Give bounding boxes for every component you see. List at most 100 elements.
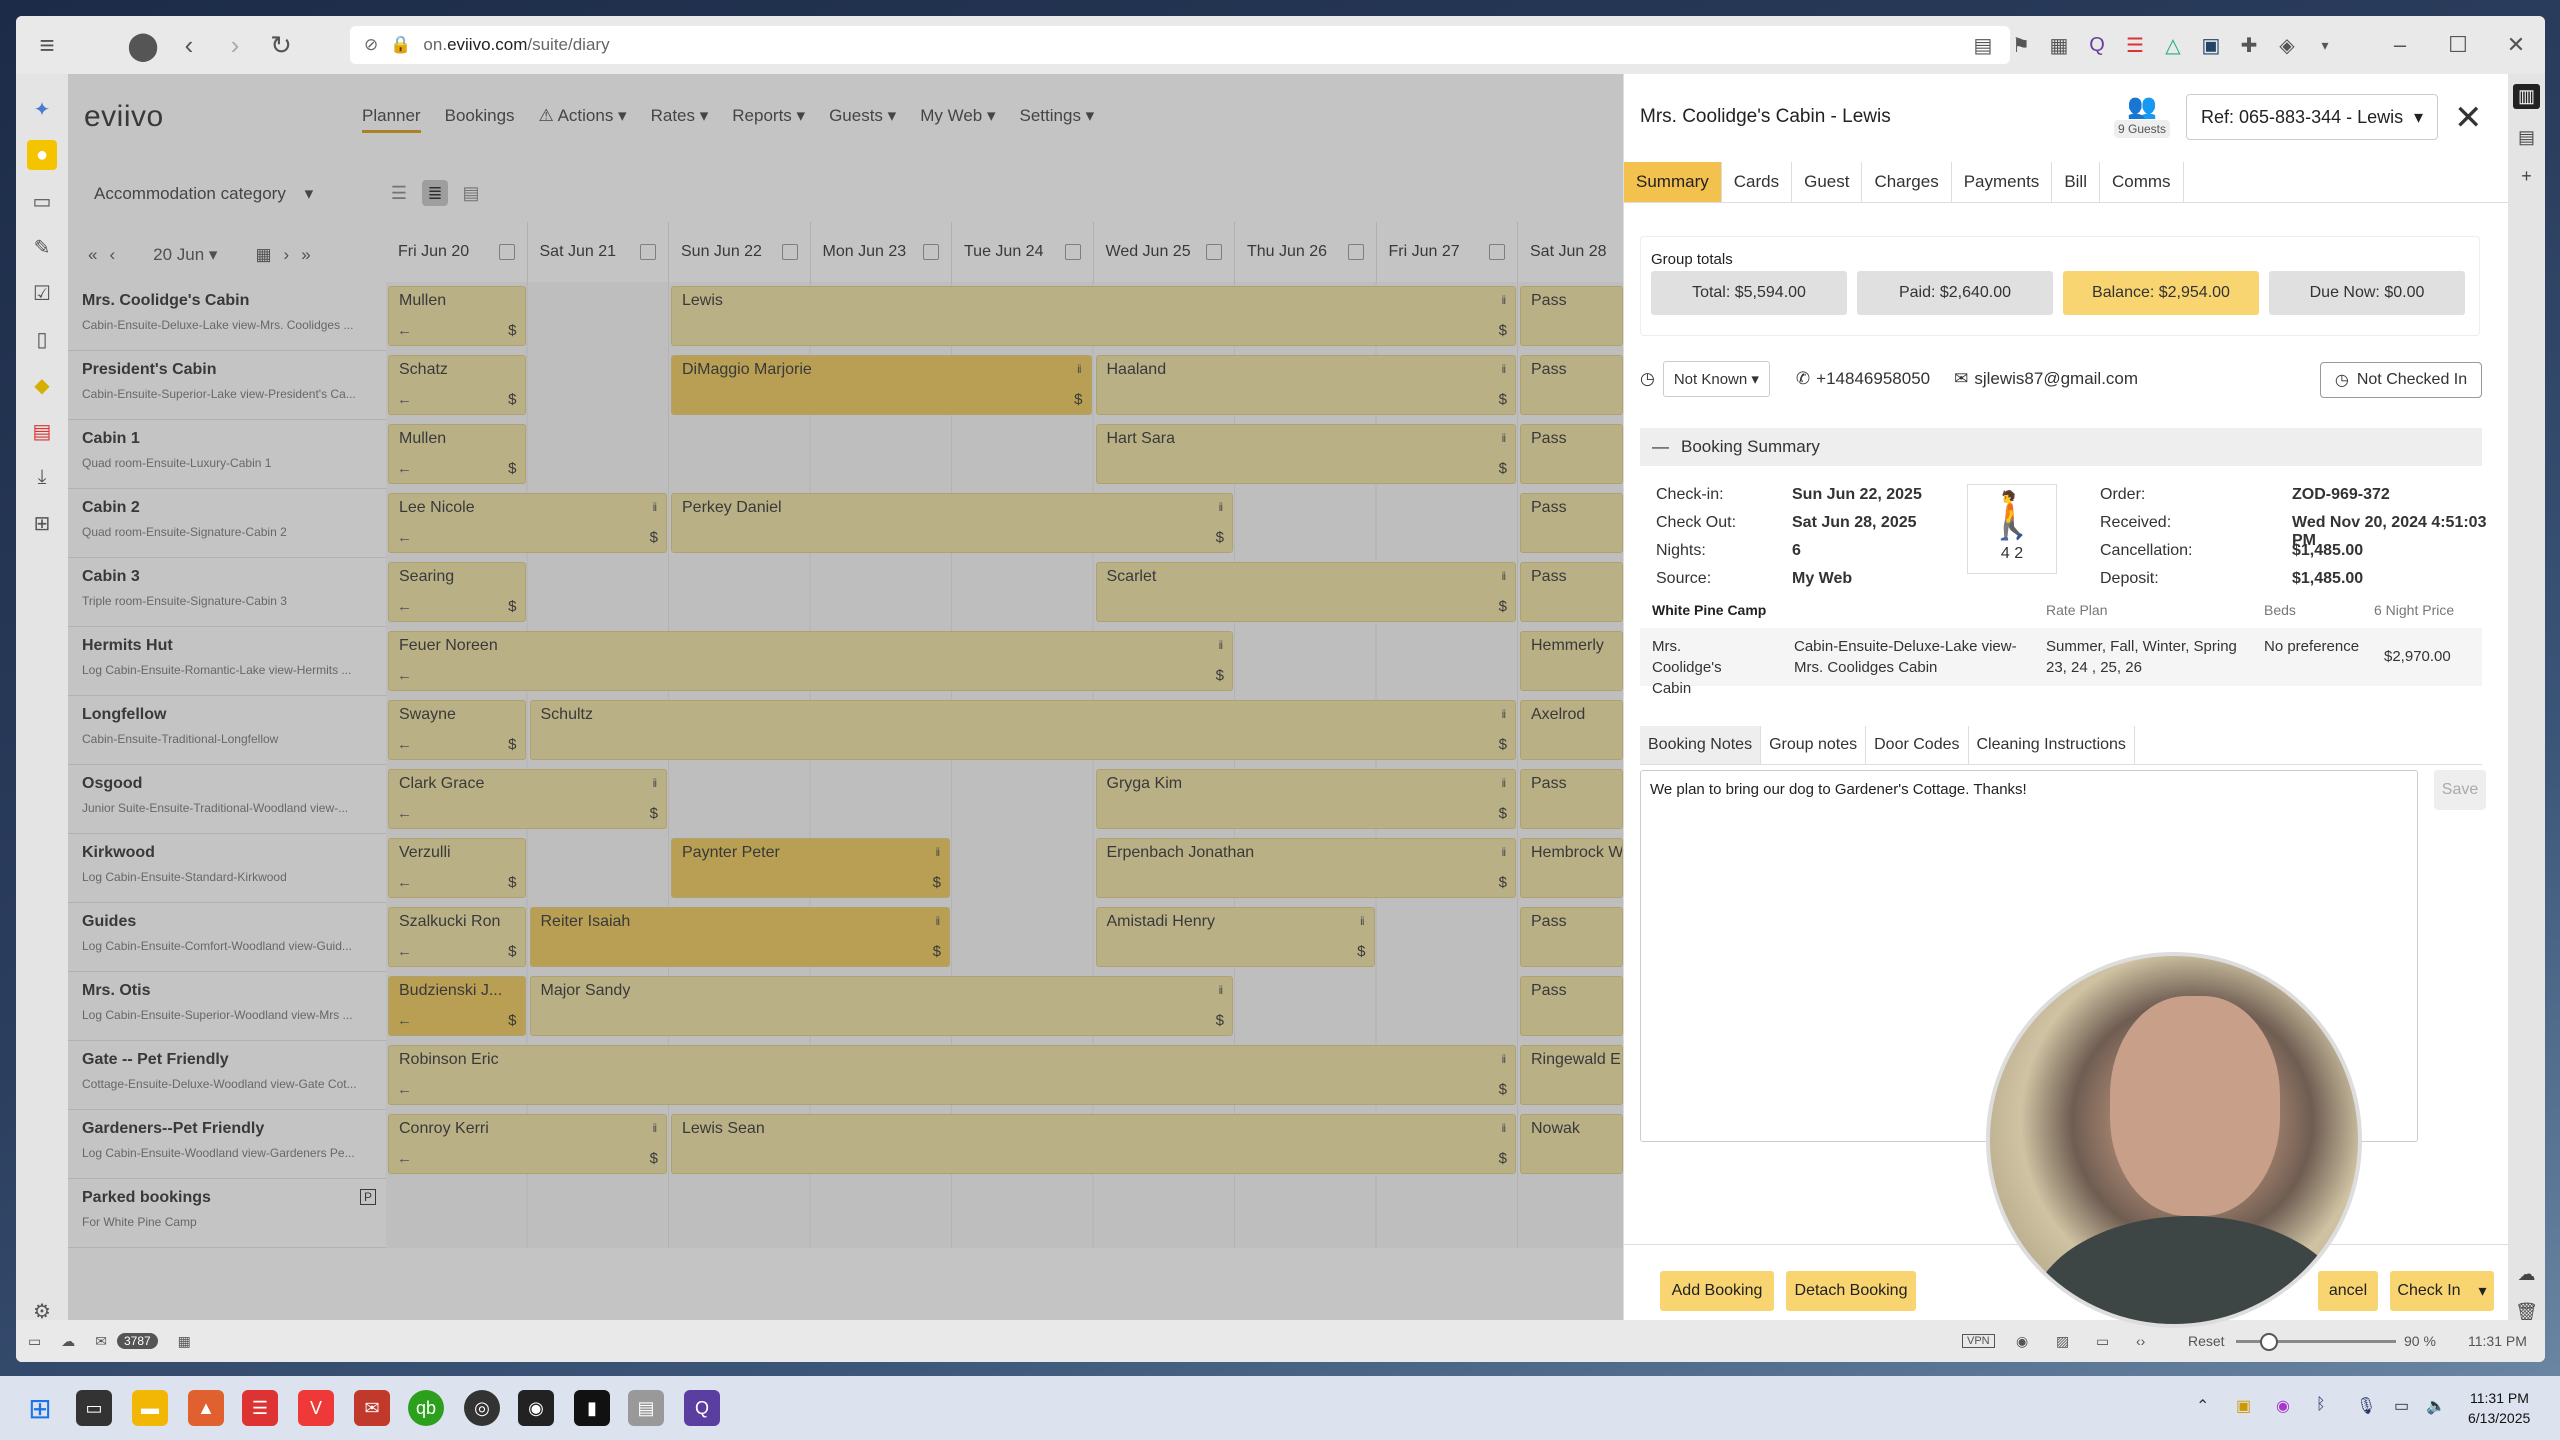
extension-red-icon[interactable]: ▤	[27, 416, 57, 446]
room-name[interactable]: Cabin 3	[82, 568, 382, 586]
start-icon[interactable]: ⊞	[22, 1390, 58, 1426]
tab-charges[interactable]: Charges	[1862, 162, 1952, 202]
tab-guest[interactable]: Guest	[1792, 162, 1863, 202]
mic-icon[interactable]: 🎙	[2356, 1396, 2376, 1416]
room-name[interactable]: Cabin 2	[82, 499, 382, 517]
printer-icon[interactable]: ▤	[2518, 127, 2535, 148]
next-day-icon[interactable]: ›	[284, 245, 290, 265]
vivaldi-icon[interactable]: V	[298, 1390, 334, 1426]
lock-icon[interactable]: 🔒	[390, 35, 411, 55]
extension-box-icon[interactable]: ▣	[2194, 22, 2228, 68]
day-checkbox[interactable]	[1206, 244, 1222, 260]
booking-block[interactable]: Swayne $ ←	[388, 700, 526, 760]
accommodation-category-select[interactable]: Accommodation category ▾	[94, 184, 313, 204]
room-name[interactable]: Kirkwood	[82, 844, 382, 862]
maximize-icon[interactable]: ☐	[2429, 22, 2487, 68]
booking-block[interactable]: Hemmerly	[1520, 631, 1623, 691]
day-checkbox[interactable]	[781, 244, 798, 260]
tray-app-icon-2[interactable]: ◉	[2276, 1396, 2290, 1416]
tab-booking-notes[interactable]: Booking Notes	[1640, 726, 1762, 764]
nav-myweb[interactable]: My Web ▾	[920, 106, 995, 133]
app-q-icon[interactable]: Q	[684, 1390, 720, 1426]
add-panel-icon[interactable]: ⊞	[27, 508, 57, 538]
nav-actions[interactable]: ⚠ Actions ▾	[539, 106, 627, 133]
grid-view-icon[interactable]: ▤	[458, 180, 484, 206]
code-icon[interactable]: ‹›	[2136, 1333, 2145, 1349]
prev-day-icon[interactable]: ‹	[109, 245, 115, 265]
address-bar[interactable]: ⊘ 🔒 on. eviivo.com/suite/diary	[350, 26, 2010, 64]
edit-icon[interactable]: ✎	[27, 232, 57, 262]
booking-block[interactable]: Pass	[1520, 907, 1623, 967]
email-address[interactable]: sjlewis87@gmail.com	[1974, 369, 2138, 389]
calendar-picker-icon[interactable]: ▦	[255, 245, 271, 265]
room-name[interactable]: Osgood	[82, 775, 382, 793]
close-icon[interactable]: ✕	[2454, 98, 2483, 138]
booking-block[interactable]: Major Sandy $ ii	[529, 976, 1233, 1036]
booking-block[interactable]: Hart Sara $ ii	[1095, 424, 1516, 484]
eta-select[interactable]: Not Known ▾	[1662, 361, 1770, 397]
tab-summary[interactable]: Summary	[1624, 162, 1722, 202]
booking-block[interactable]: Reiter Isaiah $ ii	[529, 907, 950, 967]
room-name[interactable]: Parked bookings	[82, 1189, 382, 1207]
room-name[interactable]: Mrs. Otis	[82, 982, 382, 1000]
booking-block[interactable]: Scarlet $ ii	[1095, 562, 1516, 622]
notes-yellow-icon[interactable]: ●	[27, 140, 57, 170]
save-button[interactable]: Save	[2434, 770, 2486, 810]
tracker-icon[interactable]: ⊘	[364, 35, 378, 55]
extension-q-icon[interactable]: Q	[2080, 22, 2114, 68]
bookmark-icon[interactable]: ⚑	[2004, 22, 2038, 68]
list-view-icon[interactable]: ☰	[386, 180, 412, 206]
booking-summary-header[interactable]: — Booking Summary	[1640, 428, 2482, 466]
room-name[interactable]: Gate -- Pet Friendly	[82, 1051, 382, 1069]
calendar-icon[interactable]: ▭	[27, 186, 57, 216]
add-booking-button[interactable]: Add Booking	[1660, 1271, 1774, 1311]
eviivo-logo[interactable]: eviivo	[84, 100, 164, 134]
booking-block[interactable]: Feuer Noreen $ ← ii	[388, 631, 1233, 691]
app-audio-icon[interactable]: ▮	[574, 1390, 610, 1426]
guests-indicator[interactable]: 👥 9 Guests	[2110, 92, 2174, 138]
booking-block[interactable]: Gryga Kim $ ii	[1095, 769, 1516, 829]
booking-block[interactable]: Szalkucki Ron $ ←	[388, 907, 526, 967]
booking-block[interactable]: Lewis Sean $ ii	[671, 1114, 1516, 1174]
tab-comms[interactable]: Comms	[2100, 162, 2184, 202]
nav-settings[interactable]: Settings ▾	[1020, 106, 1095, 133]
next-week-icon[interactable]: »	[301, 245, 310, 265]
room-name[interactable]: Guides	[82, 913, 382, 931]
sync-cloud-icon[interactable]: ☁	[61, 1333, 75, 1350]
cloud-icon[interactable]: ☁	[2518, 1264, 2536, 1285]
downloads-icon[interactable]: ⤓	[27, 462, 57, 492]
day-checkbox[interactable]	[640, 244, 656, 260]
nav-reports[interactable]: Reports ▾	[732, 106, 805, 133]
phone-number[interactable]: +14846958050	[1816, 369, 1930, 389]
extension-photo-icon[interactable]: ▦	[2042, 22, 2076, 68]
nav-planner[interactable]: Planner	[362, 106, 421, 133]
booking-block[interactable]: Budzienski J... $ ←	[388, 976, 526, 1036]
booking-block[interactable]: Clark Grace $ ← ii	[388, 769, 667, 829]
layers-icon[interactable]: ◈	[2270, 22, 2304, 68]
tab-payments[interactable]: Payments	[1952, 162, 2053, 202]
back-icon[interactable]: ‹	[166, 22, 212, 68]
gmail-icon[interactable]: ✉	[354, 1390, 390, 1426]
booking-block[interactable]: Paynter Peter $ ii	[671, 838, 950, 898]
tab-bill[interactable]: Bill	[2052, 162, 2100, 202]
vivaldi-logo[interactable]: ⬤	[120, 22, 166, 68]
booking-block[interactable]: Amistadi Henry $ ii	[1095, 907, 1375, 967]
ai-icon[interactable]: ✦	[27, 94, 57, 124]
due-now-amount[interactable]: Due Now: $0.00	[2269, 271, 2465, 315]
booking-block[interactable]: Conroy Kerri $ ← ii	[388, 1114, 667, 1174]
booking-ref-select[interactable]: Ref: 065-883-344 - Lewis ▾	[2186, 94, 2438, 140]
volume-icon[interactable]: 🔈	[2426, 1396, 2446, 1416]
booking-block[interactable]: Robinson Eric $ ← ii	[388, 1045, 1516, 1105]
room-name[interactable]: Cabin 1	[82, 430, 382, 448]
add-icon[interactable]: +	[2521, 166, 2532, 187]
booking-block[interactable]: Pass	[1520, 493, 1623, 553]
nav-rates[interactable]: Rates ▾	[651, 106, 709, 133]
tray-app-icon-1[interactable]: ▣	[2236, 1396, 2251, 1416]
booking-block[interactable]: Pass	[1520, 286, 1623, 346]
extension-yellow-icon[interactable]: ◆	[27, 370, 57, 400]
paid-amount[interactable]: Paid: $2,640.00	[1857, 271, 2053, 315]
booking-block[interactable]: Schultz $ ii	[529, 700, 1516, 760]
room-name[interactable]: Hermits Hut	[82, 637, 382, 655]
planner-cells[interactable]	[386, 1179, 1623, 1248]
prev-week-icon[interactable]: «	[88, 245, 97, 265]
